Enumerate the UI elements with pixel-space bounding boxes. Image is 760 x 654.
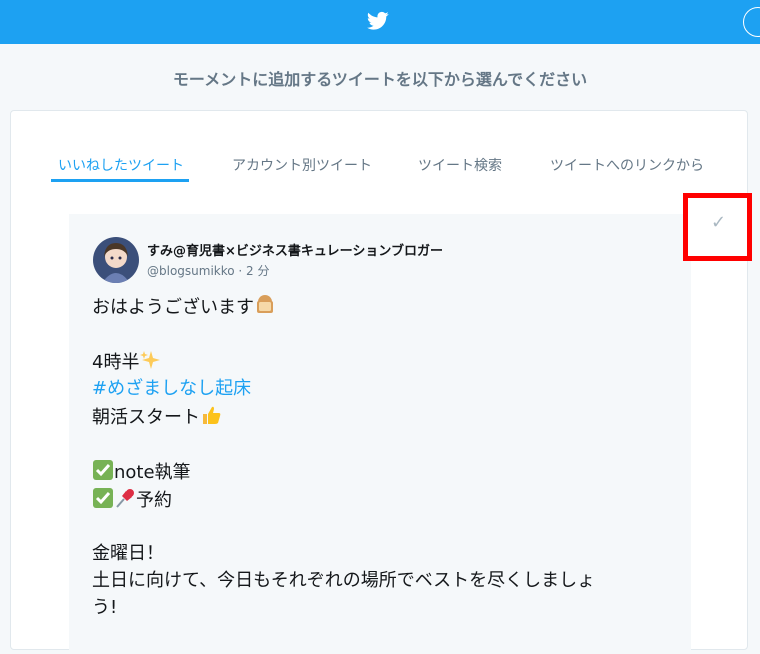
tweet-author-name[interactable]: すみ@育児書×ビジネス書キュレーションブロガー — [147, 240, 443, 259]
hashtag-link[interactable]: #めざましなし起床 — [92, 376, 251, 402]
tab-tweet-search[interactable]: ツイート検索 — [418, 155, 502, 175]
top-bar — [0, 0, 760, 44]
account-circle-icon[interactable] — [743, 7, 760, 37]
page-title: モーメントに追加するツイートを以下から選んでください — [172, 70, 588, 89]
tab-tweet-link[interactable]: ツイートへのリンクから — [550, 155, 704, 175]
tweet-line: 予約 — [92, 487, 172, 513]
tweet-line: おはようございます — [92, 294, 276, 320]
tab-tweets-by-account[interactable]: アカウント別ツイート — [232, 155, 372, 175]
check-box-emoji — [93, 460, 113, 480]
tweet-handle-time: @blogsumikko · 2 分 — [147, 264, 270, 278]
checkmark-icon[interactable]: ✓ — [711, 212, 726, 233]
pushpin-emoji — [116, 489, 134, 508]
tweet-line: 金曜日！ — [92, 543, 164, 564]
twitter-bird-icon[interactable] — [367, 11, 389, 31]
tab-liked-tweets[interactable]: いいねしたツイート — [58, 155, 184, 175]
tweet-line: 4時半 — [92, 349, 161, 375]
bread-emoji — [257, 295, 273, 313]
check-box-emoji — [93, 488, 113, 508]
thumbs-up-emoji — [203, 406, 221, 424]
tweet-line: 土日に向けて、今日もそれぞれの場所でベストを尽くしましょ — [92, 570, 596, 591]
tweet-line: 朝活スタート — [92, 404, 222, 430]
active-tab-indicator — [51, 179, 189, 182]
sparkles-emoji — [140, 351, 161, 369]
tweet-line: う! — [92, 597, 118, 618]
avatar[interactable] — [93, 237, 139, 283]
tweet-line: note執筆 — [92, 459, 191, 485]
